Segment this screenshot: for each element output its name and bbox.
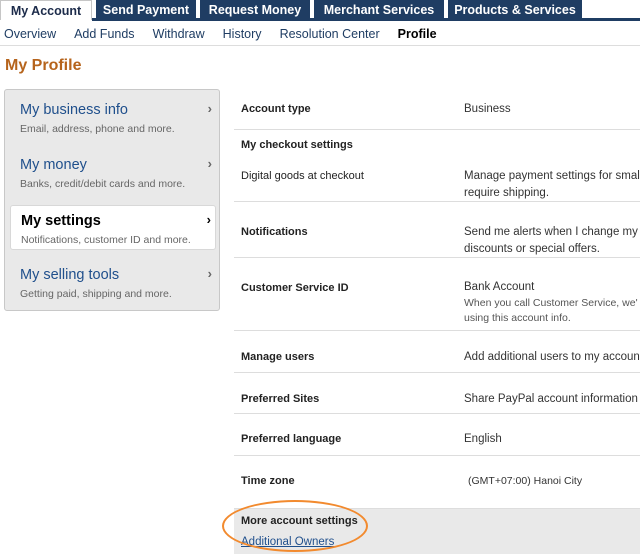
chevron-right-icon: › (206, 212, 211, 227)
preferred-sites-label: Preferred Sites (241, 393, 320, 405)
sidebar-item-subtitle: Getting paid, shipping and more. (20, 288, 172, 300)
digital-goods-label: Digital goods at checkout (241, 170, 364, 182)
chevron-right-icon: › (207, 266, 212, 281)
tab-my-account[interactable]: My Account (0, 0, 92, 20)
notifications-value-line2: discounts or special offers. (464, 243, 600, 255)
digital-goods-value-line1: Manage payment settings for small (464, 170, 640, 182)
more-settings-heading: More account settings (241, 515, 358, 527)
checkout-settings-heading: My checkout settings (241, 139, 353, 151)
row-time-zone[interactable]: Time zone (GMT+07:00) Hanoi City (234, 456, 640, 509)
row-account-type[interactable]: Account type Business (234, 89, 640, 130)
sidebar-item-subtitle: Notifications, customer ID and more. (21, 234, 191, 246)
notifications-label: Notifications (241, 226, 308, 238)
page-title: My Profile (5, 57, 82, 74)
manage-users-value: Add additional users to my accoun (464, 351, 640, 363)
chevron-right-icon: › (207, 101, 212, 116)
tab-send-payment[interactable]: Send Payment (96, 0, 196, 20)
subnav-overview[interactable]: Overview (4, 25, 56, 43)
tab-merchant-services[interactable]: Merchant Services (314, 0, 444, 20)
tab-products-services[interactable]: Products & Services (448, 0, 582, 20)
row-manage-users[interactable]: Manage users Add additional users to my … (234, 331, 640, 373)
row-customer-service-id[interactable]: Customer Service ID Bank Account When yo… (234, 258, 640, 331)
digital-goods-value-line2: require shipping. (464, 187, 550, 199)
row-preferred-sites[interactable]: Preferred Sites Share PayPal account inf… (234, 373, 640, 414)
sidebar-item-selling-tools[interactable]: My selling tools Getting paid, shipping … (10, 260, 216, 305)
time-zone-label: Time zone (241, 475, 295, 487)
sidebar-item-settings[interactable]: My settings Notifications, customer ID a… (10, 205, 216, 250)
account-type-value: Business (464, 103, 511, 115)
sidebar-item-subtitle: Banks, credit/debit cards and more. (20, 178, 186, 190)
customer-service-sub-line1: When you call Customer Service, we' (464, 297, 638, 309)
customer-service-value: Bank Account (464, 281, 535, 293)
sidebar-item-title: My selling tools (20, 267, 120, 283)
nav-underline (92, 18, 640, 21)
top-navigation: My Account Send Payment Request Money Me… (0, 0, 640, 20)
tab-request-money[interactable]: Request Money (200, 0, 310, 20)
notifications-value-line1: Send me alerts when I change my a (464, 226, 640, 238)
sidebar-item-money[interactable]: My money Banks, credit/debit cards and m… (10, 150, 216, 195)
account-type-label: Account type (241, 103, 311, 115)
sidebar-item-title: My settings (21, 213, 101, 229)
subnav-history[interactable]: History (223, 25, 262, 43)
sidebar-item-subtitle: Email, address, phone and more. (20, 123, 175, 135)
preferred-language-label: Preferred language (241, 433, 342, 445)
customer-service-sub-line2: using this account info. (464, 312, 571, 324)
additional-owners-link[interactable]: Additional Owners (241, 536, 334, 548)
preferred-sites-value: Share PayPal account information (464, 393, 638, 405)
more-account-settings: More account settings Additional Owners (234, 509, 640, 554)
manage-users-label: Manage users (241, 351, 315, 363)
customer-service-label: Customer Service ID (241, 282, 349, 294)
row-checkout-settings[interactable]: My checkout settings Digital goods at ch… (234, 130, 640, 202)
chevron-right-icon: › (207, 156, 212, 171)
row-notifications[interactable]: Notifications Send me alerts when I chan… (234, 202, 640, 258)
sub-navigation: Overview Add Funds Withdraw History Reso… (0, 25, 451, 43)
time-zone-value: (GMT+07:00) Hanoi City (468, 475, 583, 487)
profile-sidebar: My business info Email, address, phone a… (4, 89, 220, 311)
sidebar-item-business-info[interactable]: My business info Email, address, phone a… (10, 95, 216, 140)
subnav-add-funds[interactable]: Add Funds (74, 25, 134, 43)
subnav-withdraw[interactable]: Withdraw (153, 25, 205, 43)
sidebar-item-title: My business info (20, 102, 128, 118)
subnav-divider (0, 45, 640, 46)
row-preferred-language[interactable]: Preferred language English (234, 414, 640, 456)
subnav-profile[interactable]: Profile (398, 25, 437, 43)
subnav-resolution-center[interactable]: Resolution Center (280, 25, 380, 43)
sidebar-item-title: My money (20, 157, 87, 173)
preferred-language-value: English (464, 433, 502, 445)
